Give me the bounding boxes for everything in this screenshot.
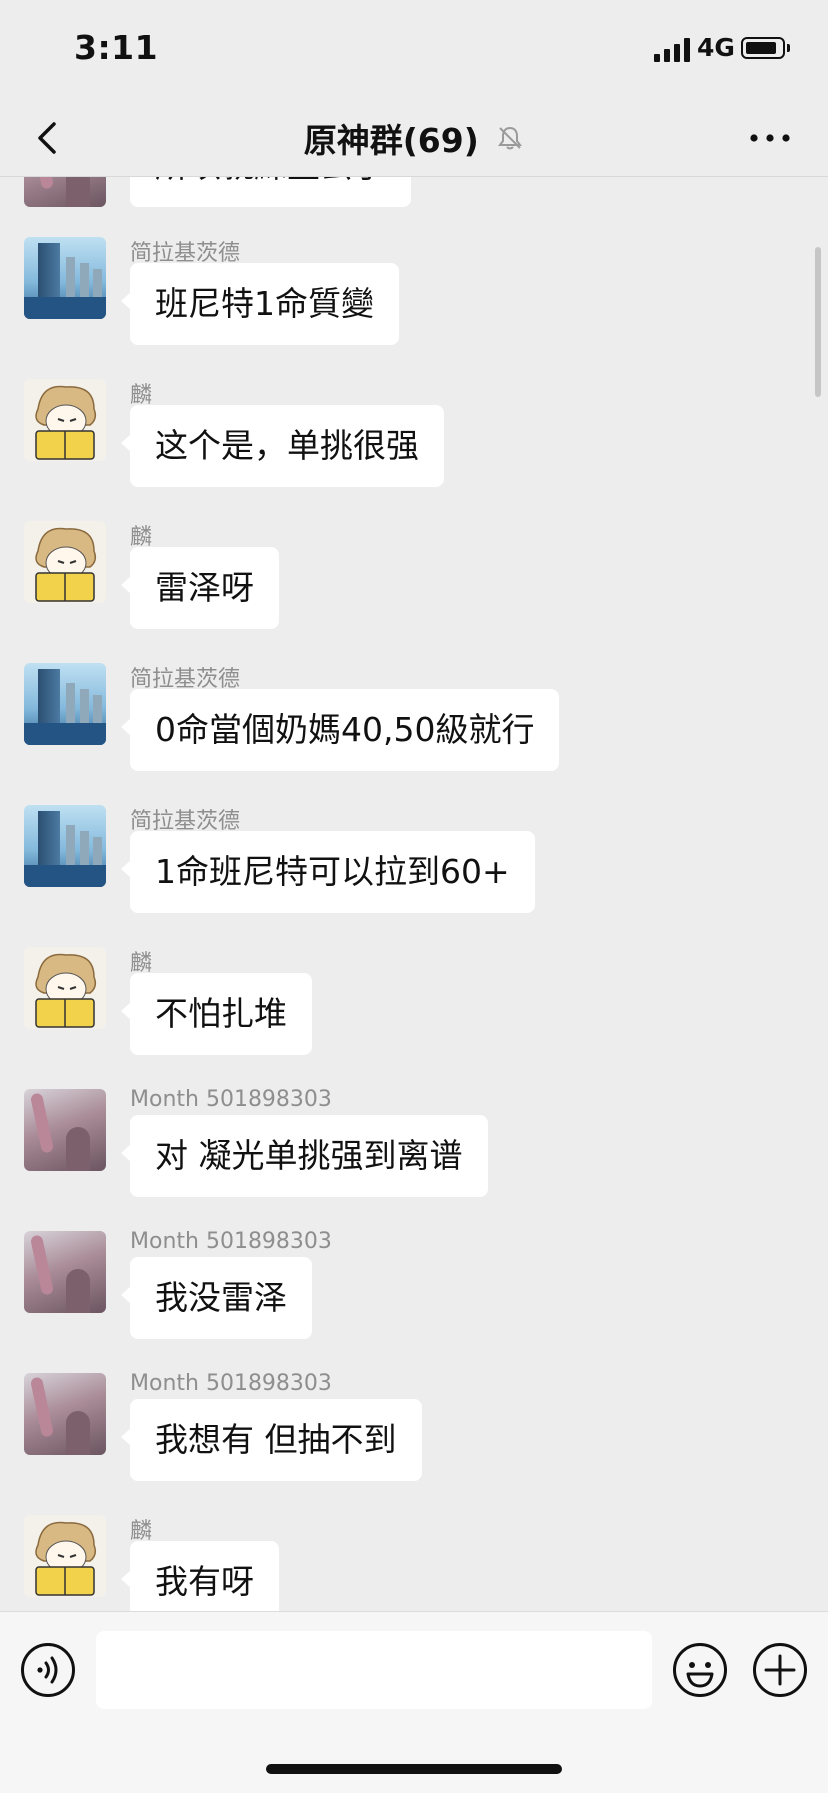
home-indicator[interactable] xyxy=(266,1764,562,1774)
ellipsis-icon xyxy=(750,134,790,142)
smile-icon xyxy=(673,1643,727,1697)
voice-icon xyxy=(21,1643,75,1697)
avatar[interactable] xyxy=(24,1231,106,1313)
bell-slash-icon xyxy=(498,126,523,150)
message-bubble[interactable]: 对 凝光单挑强到离谱 xyxy=(121,1115,488,1197)
sender-name: Month 501898303 xyxy=(130,1087,332,1112)
avatar[interactable] xyxy=(24,663,106,745)
avatar[interactable] xyxy=(24,805,106,887)
voice-button[interactable] xyxy=(20,1642,76,1698)
avatar[interactable] xyxy=(24,177,106,207)
avatar[interactable] xyxy=(24,1373,106,1455)
message-bubble[interactable]: 雷泽呀 xyxy=(121,547,279,629)
battery-icon xyxy=(741,37,790,59)
avatar[interactable] xyxy=(24,237,106,319)
sender-name: Month 501898303 xyxy=(130,1229,332,1254)
plus-circle-icon xyxy=(753,1643,807,1697)
status-time: 3:11 xyxy=(74,28,159,67)
avatar[interactable] xyxy=(24,521,106,603)
signal-icon xyxy=(654,38,690,62)
avatar[interactable] xyxy=(24,379,106,461)
message-bubble[interactable]: 1命班尼特可以拉到60+ xyxy=(121,831,535,913)
more-button[interactable] xyxy=(742,116,798,160)
network-type: 4G xyxy=(697,33,735,62)
status-bar: 3:11 4G xyxy=(0,0,828,100)
message-bubble[interactable]: 我有呀 xyxy=(121,1541,279,1611)
chat-title: 原神群(69) xyxy=(303,121,479,160)
sender-name: Month 501898303 xyxy=(130,1371,332,1396)
message-bubble[interactable]: 不怕扎堆 xyxy=(121,973,312,1055)
avatar[interactable] xyxy=(24,1515,106,1597)
chat-title-wrap: 原神群(69) xyxy=(0,114,828,162)
message-bubble[interactable]: 这个是，单挑很强 xyxy=(121,405,444,487)
message-bubble[interactable]: 班尼特1命質變 xyxy=(121,263,399,345)
message-bubble[interactable]: 所以就練重云了 xyxy=(130,177,411,207)
message-bubble[interactable]: 0命當個奶媽40,50級就行 xyxy=(120,689,560,771)
message-bubble[interactable]: 我想有 但抽不到 xyxy=(121,1399,422,1481)
plus-button[interactable] xyxy=(752,1642,808,1698)
message-bubble[interactable]: 我没雷泽 xyxy=(121,1257,312,1339)
avatar[interactable] xyxy=(24,1089,106,1171)
message-input[interactable] xyxy=(96,1631,652,1709)
nav-bar: 原神群(69) xyxy=(0,100,828,177)
scrollbar[interactable] xyxy=(815,247,821,397)
emoji-button[interactable] xyxy=(672,1642,728,1698)
message-list[interactable]: 所以就練重云了 简拉基茨德 班尼特1命質變 麟 这个是，单挑很强 麟 雷泽呀 简… xyxy=(0,177,828,1611)
avatar[interactable] xyxy=(24,947,106,1029)
